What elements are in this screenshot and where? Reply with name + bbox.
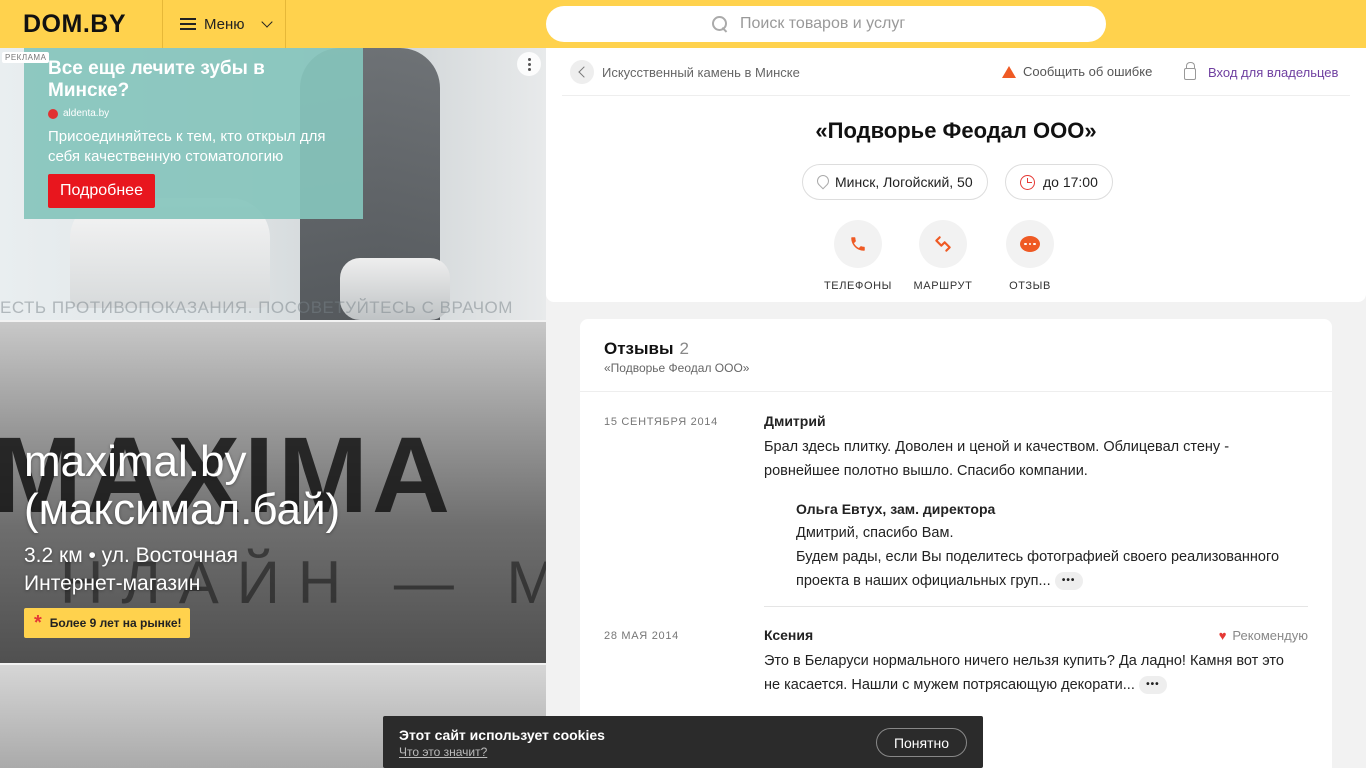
reviews-title-text: Отзывы [604,339,674,358]
hours-text: до 17:00 [1043,174,1098,190]
search-bar[interactable] [546,6,1106,42]
lock-icon [1184,62,1196,80]
hours-chip[interactable]: до 17:00 [1005,164,1113,200]
chevron-down-icon [260,16,273,28]
ad-domain: aldenta.by [48,108,339,119]
review-text: Брал здесь плитку. Доволен и ценой и кач… [764,439,1230,479]
route-button[interactable]: МАРШРУТ [898,220,988,292]
phones-label: ТЕЛЕФОНЫ [823,280,892,292]
clock-icon [1020,174,1035,190]
heart-icon: ♥ [1218,628,1227,643]
ad-options-icon[interactable] [517,52,541,76]
cookie-banner: Этот сайт использует cookies Что это зна… [383,716,983,768]
review-date: 28 МАЯ 2014 [604,630,679,642]
promo-badge: * Более 9 лет на рынке! [24,608,190,638]
reviews-title: Отзывы 2 [604,339,689,359]
cookie-accept-button[interactable]: Понятно [876,728,967,757]
address-text: Минск, Логойский, 50 [835,174,973,190]
promo-badge-text: Более 9 лет на рынке! [49,616,182,630]
search-icon [712,16,728,32]
back-arrow-icon[interactable] [570,60,594,84]
reply-author: Ольга Евтух, зам. директора [796,501,996,517]
chat-bubble-icon [1006,220,1054,268]
site-header: DOM.BY Меню [0,0,1366,48]
cookie-info-link[interactable]: Что это значит? [399,745,487,759]
ad-text: Присоединяйтесь к тем, кто открыл для се… [48,128,326,165]
menu-label: Меню [204,15,245,33]
reviews-subtitle: «Подворье Феодал ООО» [604,361,750,375]
breadcrumb-text[interactable]: Искусственный камень в Минске [602,65,800,80]
expand-more-button[interactable]: ••• [1054,572,1083,591]
search-input[interactable] [740,15,940,33]
hamburger-icon [180,18,196,30]
company-info-panel: Искусственный камень в Минске Сообщить о… [546,48,1366,302]
review-text: Это в Беларуси нормального ничего нельзя… [764,649,1284,697]
promo-card[interactable]: MAXIMA НЛАЙН — М maximal.by (максимал.ба… [0,322,546,663]
route-label: МАРШРУТ [913,280,973,292]
ad-card: Все еще лечите зубы в Минске? aldenta.by… [24,48,363,219]
promo-meta: 3.2 км • ул. Восточная Интернет-магазин [24,542,238,598]
review-author: Ксения [764,627,814,643]
review-reply: Ольга Евтух, зам. директора Дмитрий, спа… [796,497,1316,593]
ad-domain-text: aldenta.by [63,108,110,119]
warning-icon [1002,65,1016,78]
site-logo[interactable]: DOM.BY [23,10,126,39]
breadcrumb[interactable]: Искусственный камень в Минске [570,60,800,84]
review-date: 15 СЕНТЯБРЯ 2014 [604,416,718,428]
report-error-link[interactable]: Сообщить об ошибке [1002,64,1152,79]
expand-more-button[interactable]: ••• [1138,676,1167,695]
promo-distance: 3.2 км • ул. Восточная [24,544,239,567]
review-author: Дмитрий [764,413,826,429]
route-icon [919,220,967,268]
ad-more-button[interactable]: Подробнее [48,174,155,208]
owners-login-text: Вход для владельцев [1208,64,1339,80]
review-label: ОТЗЫВ [1009,280,1051,292]
divider [580,391,1332,392]
ad-title: Все еще лечите зубы в Минске? [48,58,265,101]
review-button[interactable]: ОТЗЫВ [985,220,1075,292]
location-pin-icon [817,175,827,189]
tooth-logo-icon [48,108,58,119]
page-title: «Подворье Феодал ООО» [815,118,1097,143]
star-icon: * [34,612,42,634]
ad-disclaimer: ЕСТЬ ПРОТИВОПОКАЗАНИЯ. ПОСОВЕТУЙТЕСЬ С В… [0,298,513,317]
reviews-panel: Отзывы 2 «Подворье Феодал ООО» 15 СЕНТЯБР… [580,319,1332,768]
menu-button[interactable]: Меню [162,0,286,48]
reviews-count: 2 [679,339,689,358]
owners-login-link[interactable]: Вход для владельцев [1184,62,1339,80]
reply-line-1: Дмитрий, спасибо Вам. [796,525,954,541]
recommend-badge: ♥ Рекомендую [1219,628,1308,643]
report-error-text: Сообщить об ошибке [1023,64,1153,79]
recommend-text: Рекомендую [1232,628,1308,643]
ad-banner[interactable]: Все еще лечите зубы в Минске? aldenta.by… [0,48,546,320]
reply-line-2: Будем рады, если Вы поделитесь фотографи… [796,549,1280,589]
review-text-body: Это в Беларуси нормального ничего нельзя… [764,653,1284,693]
phones-button[interactable]: ТЕЛЕФОНЫ [813,220,903,292]
promo-title: maximal.by (максимал.бай) [24,437,341,534]
divider [764,606,1308,607]
ad-label: РЕКЛАМА [2,52,50,63]
promo-category: Интернет-магазин [24,572,201,595]
phone-icon [834,220,882,268]
address-chip[interactable]: Минск, Логойский, 50 [802,164,988,200]
divider [562,95,1350,96]
cookie-title: Этот сайт использует cookies [399,727,605,743]
